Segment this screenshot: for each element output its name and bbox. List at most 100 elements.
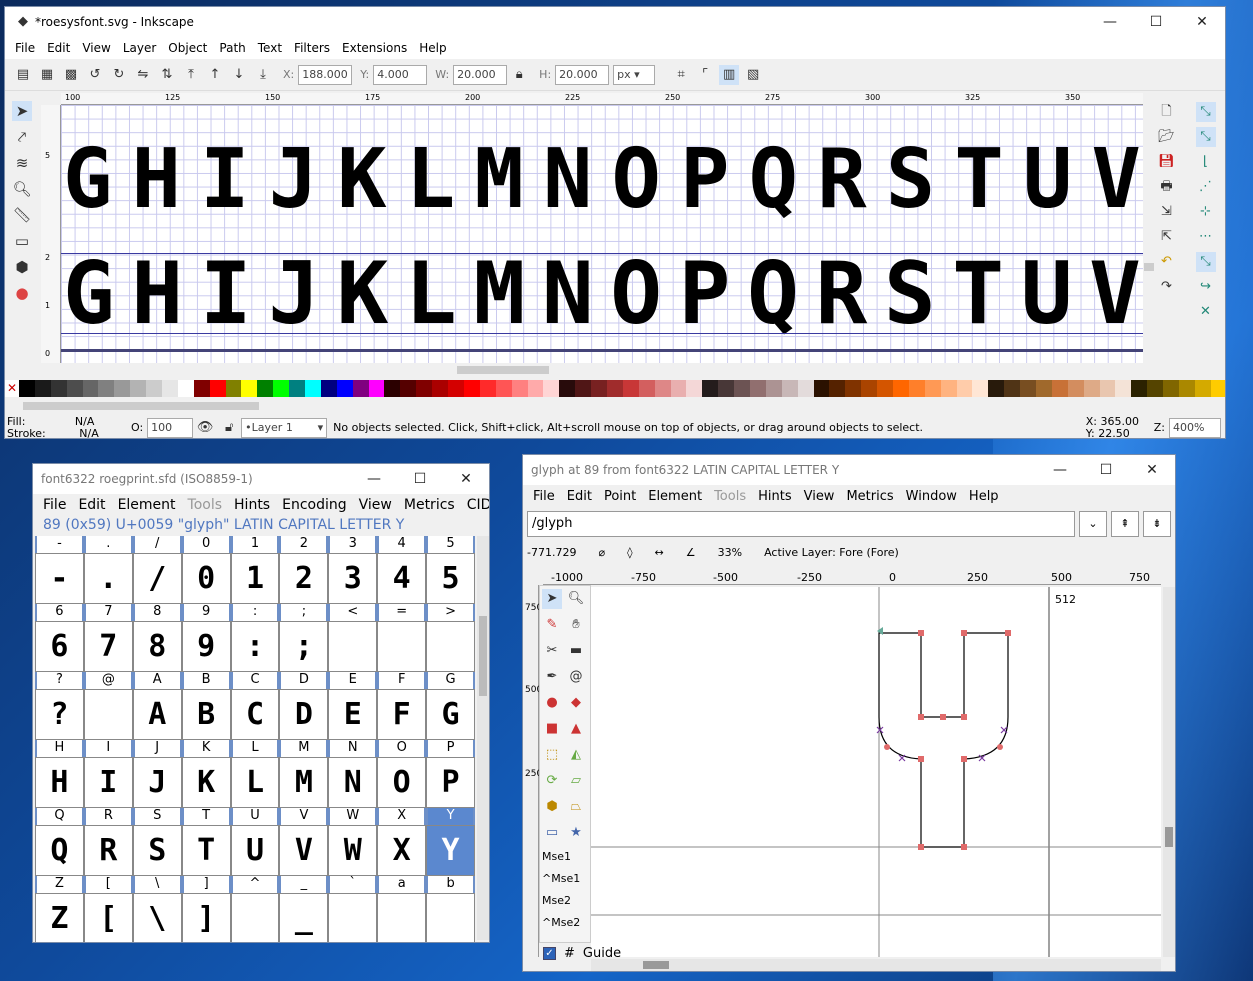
layer-visible-checkbox[interactable]: ✓ (543, 946, 556, 960)
color-swatch[interactable] (1115, 380, 1132, 397)
raise-icon[interactable]: ↑ (205, 65, 225, 85)
print-icon[interactable]: 🖶︎ (1157, 177, 1177, 197)
star-tool-icon[interactable]: ★ (566, 823, 586, 843)
menu-point[interactable]: Point (598, 489, 642, 504)
zoom-input[interactable]: 400% (1169, 417, 1221, 438)
menu-view[interactable]: View (353, 497, 398, 513)
menu-edit[interactable]: Edit (72, 497, 111, 513)
glyph-cell[interactable] (377, 621, 427, 672)
glyph-cell[interactable]: 0 (181, 553, 231, 604)
glyph-cell[interactable]: 9 (181, 621, 231, 672)
glyph-cell[interactable] (328, 621, 378, 672)
glyph-cell[interactable] (426, 621, 476, 672)
glyph-cell[interactable]: K (181, 757, 231, 808)
glyph-cell[interactable]: Z (35, 893, 84, 942)
glyph-cell[interactable]: O (377, 757, 427, 808)
undo-icon[interactable]: ↶ (1157, 252, 1177, 272)
raise-to-top-icon[interactable]: ⤒ (181, 65, 201, 85)
snap-nodes-icon[interactable]: ⤡ (1195, 252, 1216, 272)
color-swatch[interactable] (177, 380, 194, 397)
glyph-cell[interactable]: H (35, 757, 84, 808)
glyph-cell[interactable]: A (132, 689, 182, 740)
glyph-cell[interactable]: X (377, 825, 427, 876)
color-swatch[interactable] (972, 380, 989, 397)
color-swatch[interactable] (1099, 380, 1116, 397)
dropdown-icon[interactable]: ⌄ (1079, 511, 1107, 537)
palette-scrollbar[interactable] (5, 399, 1225, 413)
scroll-thumb[interactable] (643, 961, 669, 969)
close-button[interactable]: ✕ (1129, 455, 1175, 485)
canvas-hscroll[interactable] (61, 364, 1143, 376)
snap-corner-icon[interactable]: ⋰ (1196, 177, 1216, 197)
minimize-button[interactable]: — (1087, 7, 1133, 37)
glyph-cell[interactable]: W (328, 825, 378, 876)
color-swatch[interactable] (861, 380, 878, 397)
color-swatch[interactable] (638, 380, 655, 397)
color-palette[interactable]: ✕ (5, 380, 1225, 397)
color-swatch[interactable] (1051, 380, 1068, 397)
maximize-button[interactable]: ☐ (1133, 7, 1179, 37)
color-swatch[interactable] (559, 380, 576, 397)
glyph-cell[interactable]: ] (181, 893, 231, 942)
glyph-cell[interactable]: D (279, 689, 329, 740)
3d-box-tool-icon[interactable]: ⬢ (12, 257, 32, 277)
color-swatch[interactable] (432, 380, 449, 397)
glyph-cell[interactable]: Q (35, 825, 84, 876)
menu-filters[interactable]: Filters (288, 41, 336, 55)
glyph-cell[interactable] (426, 893, 476, 942)
glyph-y-outline[interactable] (878, 632, 1009, 848)
layer-lock-icon[interactable]: 🔓︎ (219, 418, 239, 438)
curve-point-icon[interactable]: ● (542, 693, 562, 713)
previous-glyph-icon[interactable]: ⇞ (1111, 511, 1139, 537)
minimize-button[interactable]: — (351, 464, 397, 494)
color-swatch[interactable] (336, 380, 353, 397)
maximize-button[interactable]: ☐ (397, 464, 443, 494)
glyph-grid[interactable]: -./0 1 2 3 4 5-./0 1 2 3 4 5 6 7 8 9:; < = >6 7 8 9:;? @ A B C D E… (35, 536, 476, 942)
color-swatch[interactable] (543, 380, 560, 397)
glyph-cell[interactable]: L (230, 757, 280, 808)
menu-file[interactable]: File (37, 497, 72, 513)
color-swatch[interactable] (66, 380, 83, 397)
circle-tool-icon[interactable]: ● (12, 283, 32, 303)
import-icon[interactable]: ⇲ (1157, 202, 1177, 222)
menu-extensions[interactable]: Extensions (336, 41, 413, 55)
flip-vertical-icon[interactable]: ⇅ (157, 65, 177, 85)
menu-view[interactable]: View (798, 489, 841, 504)
scale-tool-icon[interactable]: ⬚ (542, 745, 562, 765)
color-swatch[interactable] (940, 380, 957, 397)
color-swatch[interactable] (241, 380, 258, 397)
unit-select[interactable]: px ▾ (613, 64, 656, 85)
glyph-cell[interactable]: P (426, 757, 476, 808)
lower-to-bottom-icon[interactable]: ⤓ (253, 65, 273, 85)
next-glyph-icon[interactable]: ⇟ (1143, 511, 1171, 537)
color-swatch[interactable] (320, 380, 337, 397)
tweak-tool-icon[interactable]: ≋ (12, 153, 32, 173)
close-button[interactable]: ✕ (1179, 7, 1225, 37)
snap-bbox-edge-icon[interactable]: ⌊ (1196, 152, 1216, 172)
glyph-cell[interactable]: T (181, 825, 231, 876)
scroll-tool-icon[interactable]: ✋︎ (566, 615, 586, 635)
open-icon[interactable]: 📂︎ (1157, 127, 1177, 147)
glyph-cell[interactable]: : (230, 621, 280, 672)
scale-stroke-icon[interactable]: ⌗ (671, 65, 691, 85)
menu-edit[interactable]: Edit (41, 41, 76, 55)
color-swatch[interactable] (908, 380, 925, 397)
glyph-cell[interactable]: M (279, 757, 329, 808)
color-swatch[interactable] (511, 380, 528, 397)
snap-midpoint-icon[interactable]: ⊹ (1196, 202, 1216, 222)
color-swatch[interactable] (781, 380, 798, 397)
color-swatch[interactable] (34, 380, 51, 397)
color-swatch[interactable] (1179, 380, 1195, 397)
color-swatch[interactable] (352, 380, 369, 397)
color-swatch[interactable] (1163, 380, 1180, 397)
color-swatch[interactable] (1147, 380, 1164, 397)
perspective-tool-icon[interactable]: ⏢ (566, 797, 586, 817)
menu-path[interactable]: Path (213, 41, 251, 55)
rotate-ccw-icon[interactable]: ↺ (85, 65, 105, 85)
glyph-cell[interactable] (83, 689, 133, 740)
glyph-cell[interactable]: V (279, 825, 329, 876)
fontview-vscroll[interactable] (477, 536, 489, 940)
x-input[interactable]: 188.000 (298, 64, 353, 85)
rotate-tool-icon[interactable]: ⟳ (542, 771, 562, 791)
color-swatch[interactable] (718, 380, 735, 397)
